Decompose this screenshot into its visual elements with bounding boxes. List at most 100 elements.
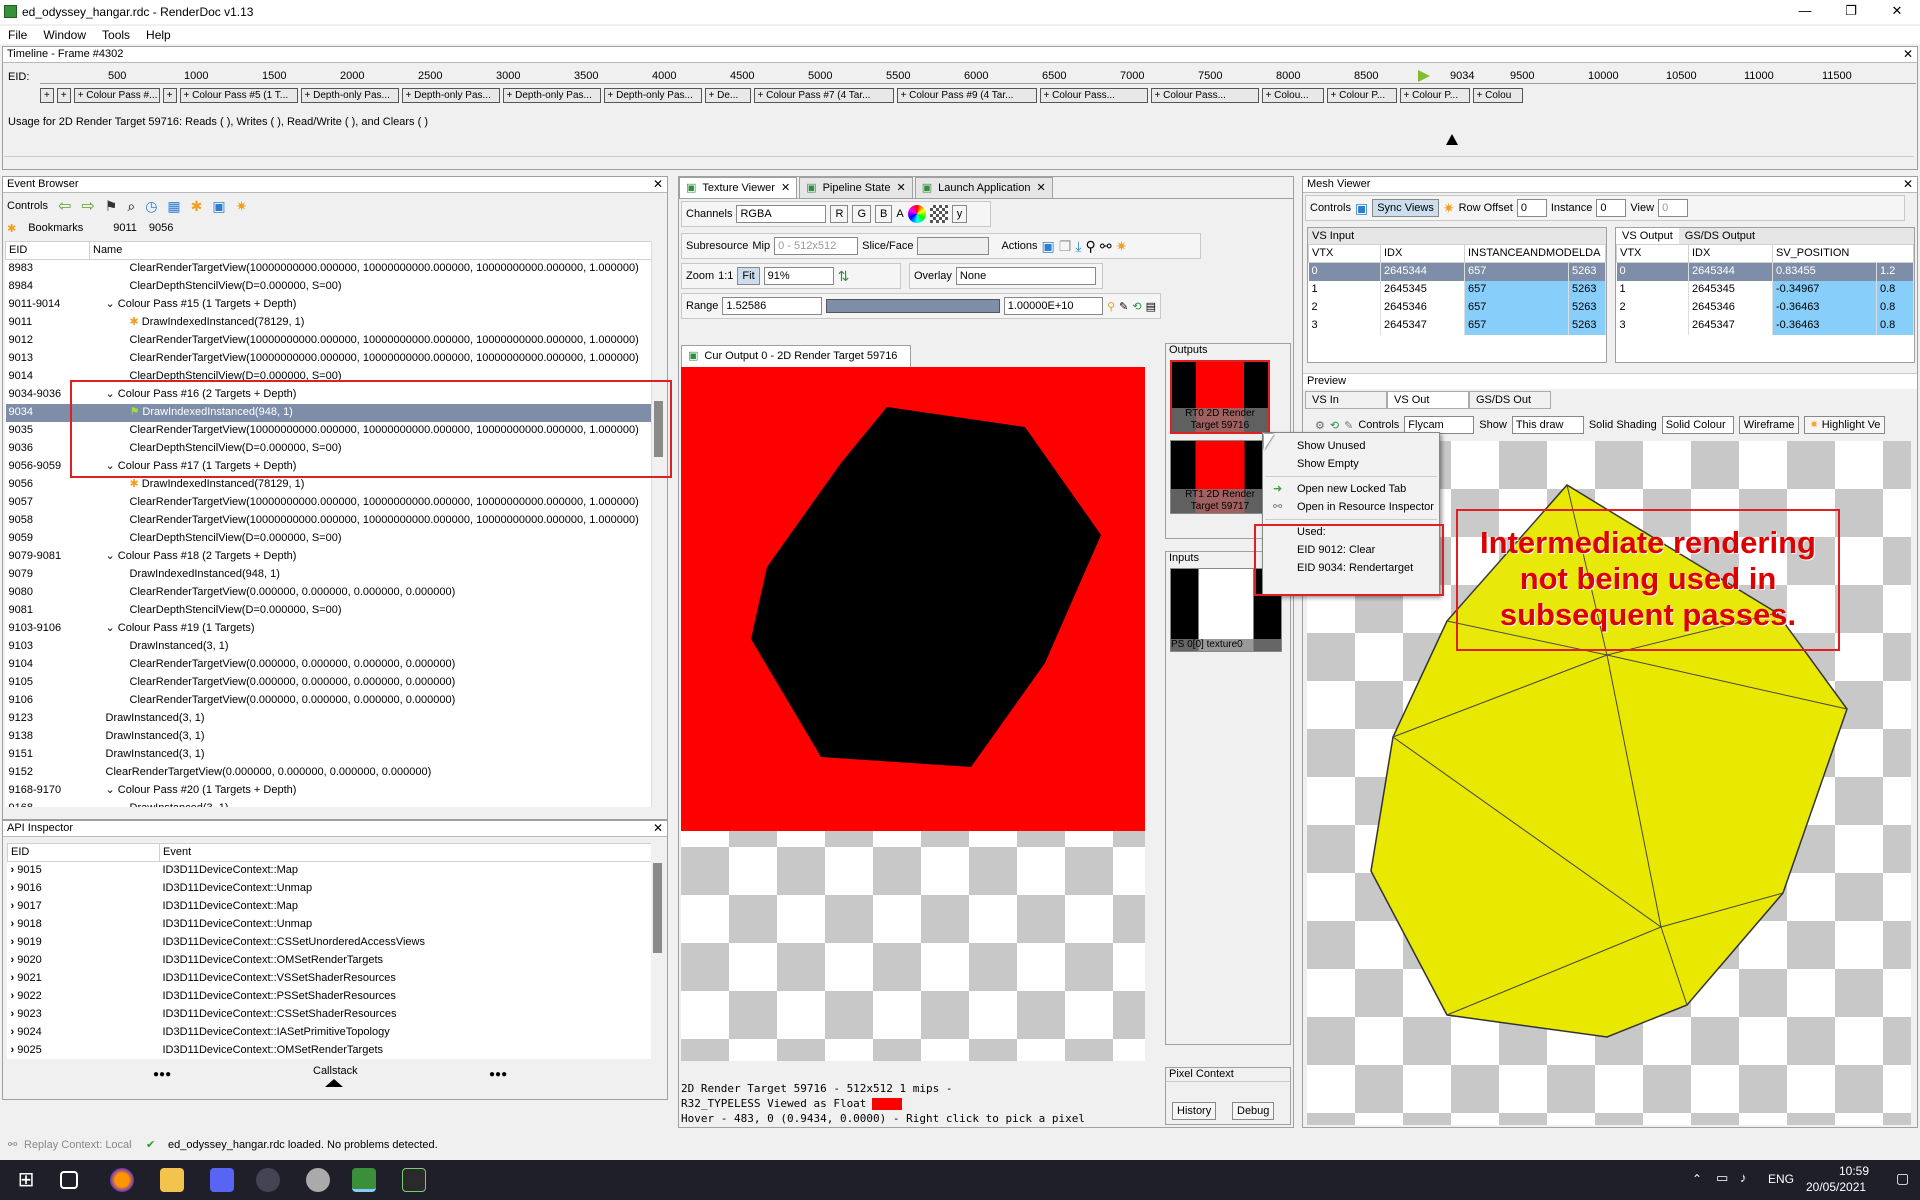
blue-channel-toggle[interactable]: B bbox=[875, 205, 893, 223]
vr-app-icon[interactable] bbox=[256, 1168, 280, 1192]
solid-shading-select[interactable]: Solid Colour bbox=[1661, 416, 1734, 434]
overlay-select[interactable]: None bbox=[955, 267, 1096, 285]
event-row[interactable]: 9106 ClearRenderTargetView(0.000000, 0.00… bbox=[6, 692, 653, 710]
steam-icon[interactable] bbox=[306, 1168, 330, 1192]
timeline-pass[interactable]: + Colour Pass #... bbox=[73, 88, 160, 103]
event-row[interactable]: 9151 DrawInstanced(3, 1) bbox=[6, 746, 653, 764]
range-min-input[interactable]: 1.52586 bbox=[722, 297, 822, 315]
eid-column-header[interactable]: EID bbox=[5, 241, 90, 260]
timeline-pass[interactable]: + Colour P... bbox=[1326, 88, 1397, 103]
pick-icon[interactable]: ✎ bbox=[1344, 419, 1353, 432]
vs-output-tab[interactable]: VS Output bbox=[1616, 228, 1679, 244]
bookmark-link[interactable]: 9056 bbox=[149, 222, 173, 234]
flip-y-button[interactable]: y bbox=[951, 205, 968, 223]
timeline-pass[interactable]: + De... bbox=[704, 88, 751, 103]
vertex-row[interactable]: 1 2645345 -0.34967 0.8 bbox=[1616, 280, 1914, 299]
vertex-row[interactable]: 3 2645347 657 5263 bbox=[1308, 316, 1606, 335]
reset-icon[interactable]: ⟲ bbox=[1132, 300, 1141, 313]
texture-display[interactable] bbox=[681, 367, 1145, 1061]
api-row[interactable]: › 9021 ID3D11DeviceContext::VSSetShaderRe… bbox=[8, 970, 653, 988]
history-button[interactable]: History bbox=[1172, 1102, 1217, 1120]
timeline-pass[interactable]: + Depth-only Pas... bbox=[502, 88, 601, 103]
vtx-column-header[interactable]: VTX bbox=[1616, 244, 1689, 263]
save-icon[interactable]: ▣ bbox=[212, 198, 225, 215]
menu-file[interactable]: File bbox=[0, 28, 35, 42]
timeline-pass[interactable]: + bbox=[162, 88, 177, 103]
save-icon[interactable]: ▣ bbox=[1042, 238, 1055, 255]
timeline-pass[interactable]: + Colou... bbox=[1261, 88, 1324, 103]
save-icon[interactable]: ▣ bbox=[1355, 200, 1368, 217]
timer-icon[interactable]: ◷ bbox=[145, 198, 157, 215]
api-scrollbar[interactable] bbox=[651, 843, 665, 1059]
range-max-input[interactable]: 1.00000E+10 bbox=[1003, 297, 1104, 315]
settings-icon[interactable]: ✷ bbox=[236, 198, 248, 215]
expand-chevron-icon[interactable]: ⌄ bbox=[106, 550, 118, 562]
event-tree-scrollbar[interactable] bbox=[651, 241, 665, 807]
tab-texture-viewer[interactable]: ▣ Texture Viewer ✕ bbox=[679, 177, 798, 198]
green-channel-toggle[interactable]: G bbox=[852, 205, 871, 223]
zoom-select[interactable]: 91% bbox=[763, 267, 834, 285]
menu-tools[interactable]: Tools bbox=[94, 28, 138, 42]
arrows-icon[interactable]: ⇅ bbox=[838, 268, 850, 285]
instance-input[interactable]: 0 bbox=[1596, 199, 1627, 217]
minimize-button[interactable]: — bbox=[1782, 0, 1828, 24]
vs-input-grid[interactable]: VS Input VTX IDX INSTANCEANDMODELDA 0 264… bbox=[1307, 227, 1607, 363]
timeline-pass[interactable]: + bbox=[56, 88, 71, 103]
language-indicator[interactable]: ENG bbox=[1768, 1172, 1794, 1186]
settings-icon[interactable]: ✷ bbox=[1116, 238, 1128, 255]
event-row[interactable]: 9058 ClearRenderTargetView(10000000000.00… bbox=[6, 512, 653, 530]
vertex-row[interactable]: 0 2645344 657 5263 bbox=[1308, 262, 1606, 281]
api-row[interactable]: › 9015 ID3D11DeviceContext::Map bbox=[8, 862, 653, 880]
view-input[interactable]: 0 bbox=[1658, 199, 1689, 217]
timeline-pass[interactable]: + Depth-only Pas... bbox=[300, 88, 399, 103]
close-icon[interactable]: ✕ bbox=[1036, 178, 1045, 199]
volume-icon[interactable]: ♪ bbox=[1740, 1170, 1747, 1185]
renderdoc-taskbar-icon[interactable] bbox=[352, 1168, 376, 1192]
timeline-scrollbar[interactable] bbox=[4, 156, 1914, 166]
event-row[interactable]: 8984 ClearDepthStencilView(D=0.000000, S=… bbox=[6, 278, 653, 296]
api-row[interactable]: › 9020 ID3D11DeviceContext::OMSetRenderTa… bbox=[8, 952, 653, 970]
row-offset-input[interactable]: 0 bbox=[1516, 199, 1547, 217]
event-row[interactable]: 9079-9081 ⌄ Colour Pass #18 (2 Targets + … bbox=[6, 548, 653, 566]
api-row[interactable]: › 9017 ID3D11DeviceContext::Map bbox=[8, 898, 653, 916]
zoom-range-icon[interactable]: ⚲ bbox=[1107, 300, 1115, 313]
event-row[interactable]: 9012 ClearRenderTargetView(10000000000.00… bbox=[6, 332, 653, 350]
timeline-ruler[interactable]: 500 1000 1500 2000 2500 3000 3500 4000 4… bbox=[40, 70, 1916, 84]
reset-camera-icon[interactable]: ⟲ bbox=[1330, 419, 1339, 432]
tab-gsds-out[interactable]: GS/DS Out bbox=[1469, 391, 1551, 409]
timeline-pass[interactable]: + Colour P... bbox=[1399, 88, 1470, 103]
event-row[interactable]: 9013 ClearRenderTargetView(10000000000.00… bbox=[6, 350, 653, 368]
timeline-pass[interactable]: + Colour Pass #9 (4 Tar... bbox=[896, 88, 1037, 103]
menu-help[interactable]: Help bbox=[138, 28, 179, 42]
event-row[interactable]: 9079 DrawIndexedInstanced(948, 1) bbox=[6, 566, 653, 584]
find-icon[interactable]: ⚲ bbox=[1086, 238, 1096, 255]
rt1-thumbnail[interactable]: RT1 2D Render Target 59717 bbox=[1170, 440, 1270, 514]
close-icon[interactable]: ✕ bbox=[1903, 177, 1913, 192]
menu-show-unused[interactable]: Show Unused bbox=[1263, 437, 1439, 455]
forward-arrow-icon[interactable]: ⇨ bbox=[81, 196, 94, 216]
network-icon[interactable]: ▭ bbox=[1716, 1170, 1728, 1186]
fit-button[interactable]: Fit bbox=[737, 267, 760, 285]
range-slider[interactable] bbox=[825, 299, 1000, 313]
show-select[interactable]: This draw bbox=[1511, 416, 1584, 434]
event-row[interactable]: 9056 ✱ DrawIndexedInstanced(78129, 1) bbox=[6, 476, 653, 494]
menu-show-empty[interactable]: Show Empty bbox=[1263, 455, 1439, 473]
highlight-vertex-button[interactable]: ✷ Highlight Ve bbox=[1804, 416, 1886, 434]
menu-open-resource-inspector[interactable]: ⚯ Open in Resource Inspector bbox=[1263, 498, 1439, 516]
replay-context[interactable]: Replay Context: Local bbox=[24, 1132, 132, 1158]
mip-select[interactable]: 0 - 512x512 bbox=[774, 237, 859, 255]
rt0-thumbnail[interactable]: RT0 2D Render Target 59716 bbox=[1170, 360, 1270, 434]
event-row[interactable]: 9080 ClearRenderTargetView(0.000000, 0.00… bbox=[6, 584, 653, 602]
color-wheel-icon[interactable] bbox=[907, 205, 926, 223]
red-channel-toggle[interactable]: R bbox=[830, 205, 849, 223]
timeline-pass[interactable]: + Depth-only Pas... bbox=[603, 88, 702, 103]
idx-column-header[interactable]: IDX bbox=[1380, 244, 1465, 263]
name-column-header[interactable]: Name bbox=[89, 241, 653, 260]
file-explorer-icon[interactable] bbox=[160, 1168, 184, 1192]
vertex-row[interactable]: 0 2645344 0.83455 1.2 bbox=[1616, 262, 1914, 281]
texture-vscroll[interactable] bbox=[1145, 367, 1157, 1061]
event-row[interactable]: 9104 ClearRenderTargetView(0.000000, 0.00… bbox=[6, 656, 653, 674]
event-row[interactable]: 9103-9106 ⌄ Colour Pass #19 (1 Targets) bbox=[6, 620, 653, 638]
api-row[interactable]: › 9023 ID3D11DeviceContext::CSSetShaderRe… bbox=[8, 1006, 653, 1024]
settings-icon[interactable]: ✷ bbox=[1443, 200, 1455, 217]
